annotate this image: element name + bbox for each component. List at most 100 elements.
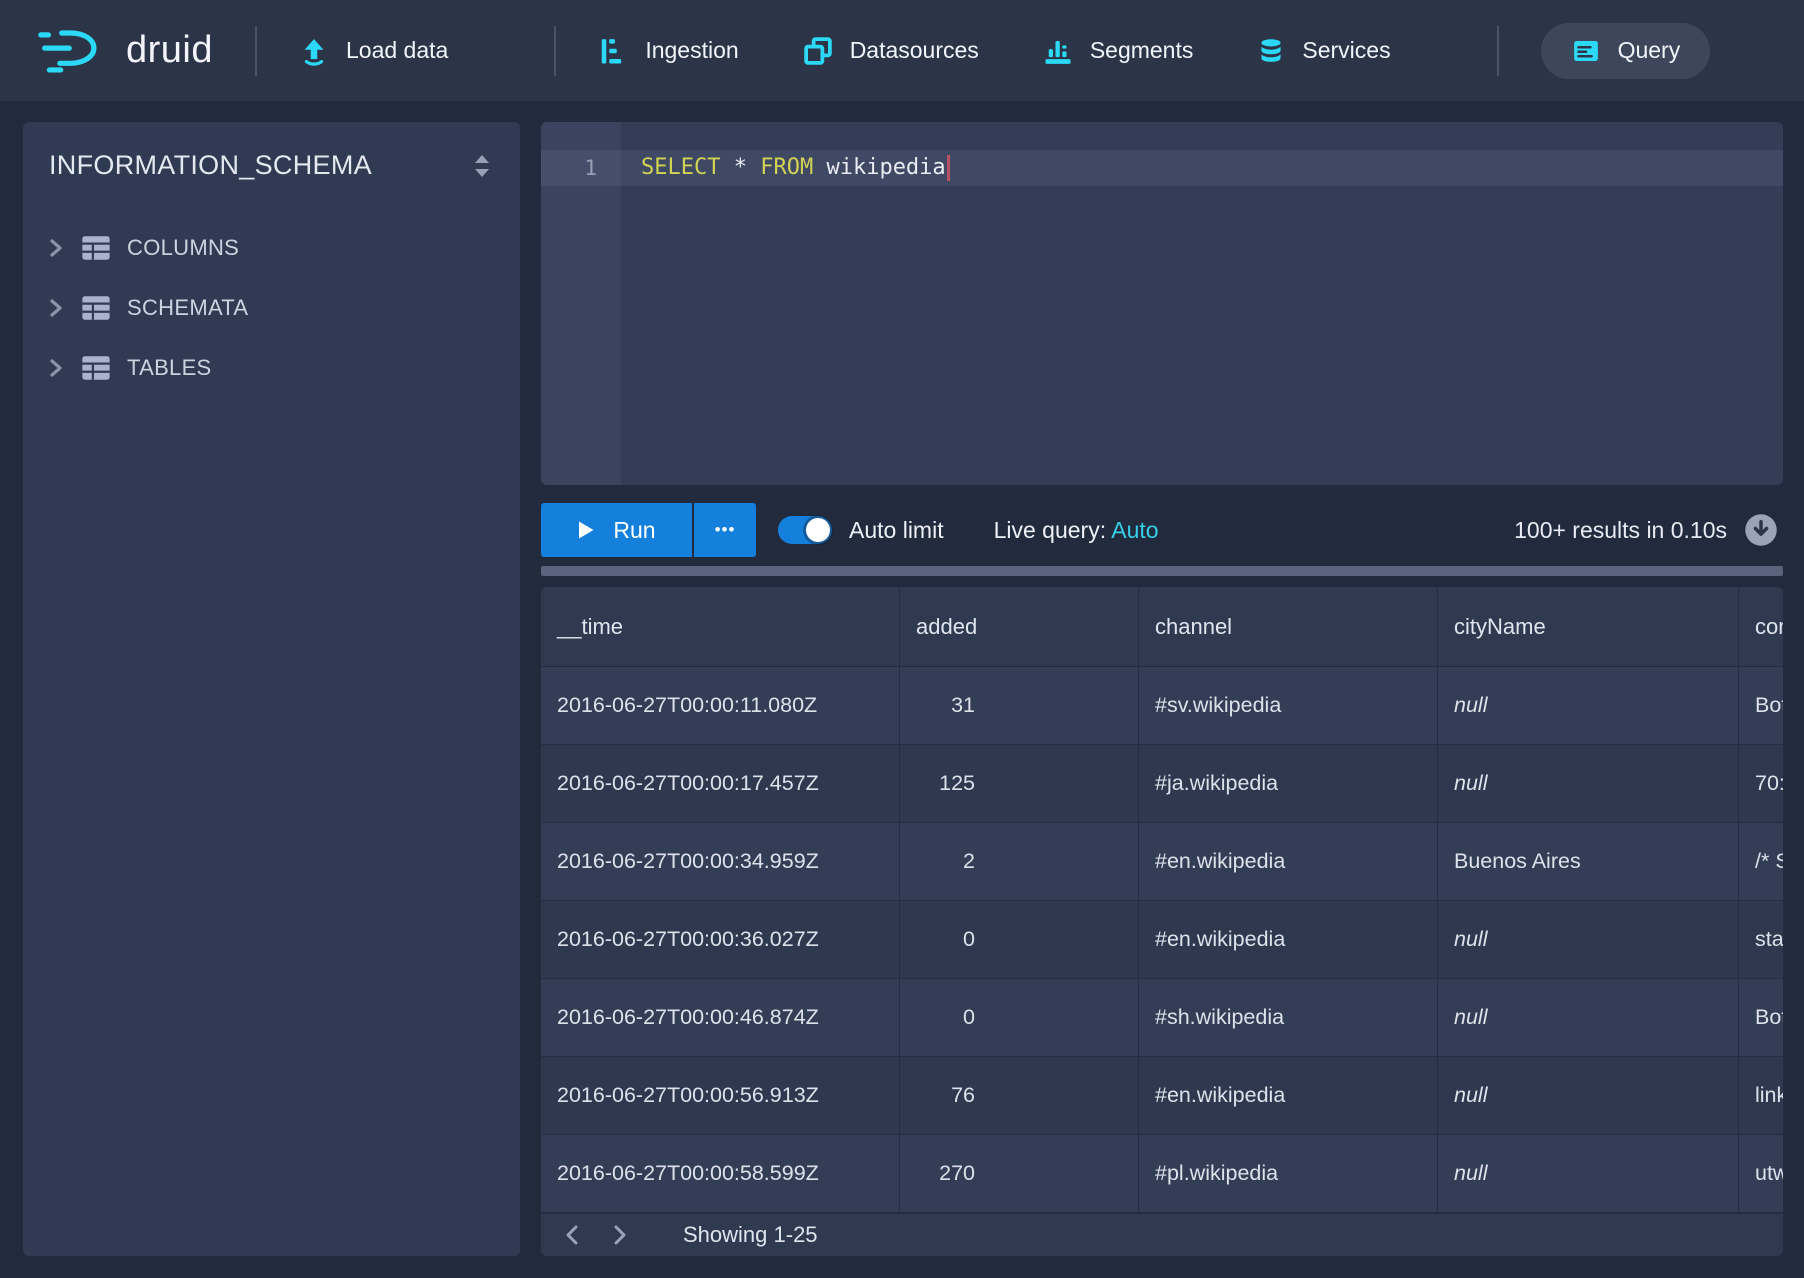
table-cell[interactable]: 2016-06-27T00:00:34.959Z [541, 823, 900, 900]
chevron-right-icon [47, 237, 65, 259]
table-row: 2016-06-27T00:00:11.080Z31#sv.wikipedian… [541, 667, 1783, 745]
table-cell[interactable]: stat [1739, 901, 1783, 978]
sort-icon[interactable] [470, 153, 494, 179]
segments-icon [1043, 36, 1073, 66]
nav-divider [255, 26, 257, 76]
nav-divider [1497, 26, 1499, 76]
table-cell[interactable]: 125 [900, 745, 1139, 822]
pagination-status: Showing 1-25 [683, 1222, 818, 1248]
column-header-channel[interactable]: channel [1139, 587, 1438, 666]
table-cell[interactable]: 2016-06-27T00:00:36.027Z [541, 901, 900, 978]
table-cell[interactable]: 70: [1739, 745, 1783, 822]
next-page-button[interactable] [609, 1224, 629, 1246]
play-icon [577, 520, 595, 540]
upload-icon [299, 36, 329, 66]
run-more-button[interactable]: ••• [694, 503, 756, 557]
table-row: 2016-06-27T00:00:58.599Z270#pl.wikipedia… [541, 1135, 1783, 1213]
auto-limit-toggle[interactable] [778, 516, 832, 544]
table-cell[interactable]: #pl.wikipedia [1139, 1135, 1438, 1212]
table-cell[interactable]: null [1438, 1057, 1739, 1134]
table-cell[interactable]: utw [1739, 1135, 1783, 1212]
table-cell[interactable]: null [1438, 901, 1739, 978]
schema-title: INFORMATION_SCHEMA [49, 150, 372, 181]
table-cell[interactable]: link [1739, 1057, 1783, 1134]
column-header-cityName[interactable]: cityName [1438, 587, 1739, 666]
table-cell[interactable]: #ja.wikipedia [1139, 745, 1438, 822]
table-cell[interactable]: 2016-06-27T00:00:11.080Z [541, 667, 900, 744]
nav-item-services[interactable]: Services [1257, 36, 1390, 66]
table-cell[interactable]: 2016-06-27T00:00:46.874Z [541, 979, 900, 1056]
nav-item-label: Datasources [850, 37, 979, 64]
ellipsis-icon: ••• [715, 520, 736, 540]
datasources-icon [803, 36, 833, 66]
druid-logo-icon [38, 24, 110, 78]
pagination-bar: Showing 1-25 [541, 1213, 1783, 1256]
brand[interactable]: druid [38, 24, 213, 78]
live-query: Live query: Auto [994, 517, 1159, 544]
table-cell[interactable]: 0 [900, 901, 1139, 978]
table-cell[interactable]: #sv.wikipedia [1139, 667, 1438, 744]
query-editor[interactable]: 1 SELECT * FROM wikipedia [541, 122, 1783, 485]
nav-item-label: Ingestion [645, 37, 738, 64]
table-row: 2016-06-27T00:00:17.457Z125#ja.wikipedia… [541, 745, 1783, 823]
tree-item-schemata[interactable]: SCHEMATA [23, 283, 520, 333]
nav-item-query[interactable]: Query [1541, 23, 1711, 79]
table-cell[interactable]: Bot [1739, 979, 1783, 1056]
table-cell[interactable]: 31 [900, 667, 1139, 744]
table-cell[interactable]: 2016-06-27T00:00:56.913Z [541, 1057, 900, 1134]
table-cell[interactable]: 76 [900, 1057, 1139, 1134]
ingestion-icon [598, 36, 628, 66]
sql-keyword: FROM [760, 155, 813, 180]
table-cell[interactable]: Bot [1739, 667, 1783, 744]
text-cursor [947, 155, 950, 181]
table-cell[interactable]: /* S [1739, 823, 1783, 900]
results-header-row: __timeaddedchannelcityNamecomment [541, 587, 1783, 667]
nav-item-segments[interactable]: Segments [1043, 36, 1194, 66]
query-icon [1571, 36, 1601, 66]
table-cell[interactable]: 270 [900, 1135, 1139, 1212]
results-info: 100+ results in 0.10s [1514, 517, 1727, 544]
nav-item-datasources[interactable]: Datasources [803, 36, 979, 66]
column-header-added[interactable]: added [900, 587, 1139, 666]
table-cell[interactable]: null [1438, 745, 1739, 822]
nav-item-ingestion[interactable]: Ingestion [598, 36, 738, 66]
chevron-right-icon [47, 357, 65, 379]
nav-item-load-data[interactable]: Load data [299, 36, 448, 66]
column-header-__time[interactable]: __time [541, 587, 900, 666]
run-bar: Run ••• Auto limit Live query: Auto 100+… [541, 499, 1783, 561]
live-query-value[interactable]: Auto [1111, 517, 1158, 543]
table-cell[interactable]: 2 [900, 823, 1139, 900]
table-cell[interactable]: Buenos Aires [1438, 823, 1739, 900]
table-cell[interactable]: #en.wikipedia [1139, 823, 1438, 900]
prev-page-button[interactable] [563, 1224, 583, 1246]
table-row: 2016-06-27T00:00:34.959Z2#en.wikipediaBu… [541, 823, 1783, 901]
table-cell[interactable]: null [1438, 667, 1739, 744]
schema-tree: COLUMNS SCHEMATA [23, 223, 520, 393]
tree-item-columns[interactable]: COLUMNS [23, 223, 520, 273]
results-body: 2016-06-27T00:00:11.080Z31#sv.wikipedian… [541, 667, 1783, 1213]
table-cell[interactable]: 2016-06-27T00:00:17.457Z [541, 745, 900, 822]
schema-sidebar: INFORMATION_SCHEMA COLUMNS [23, 122, 520, 1256]
tree-item-label: TABLES [127, 355, 212, 381]
download-icon[interactable] [1743, 512, 1779, 548]
line-number: 1 [541, 150, 621, 186]
code-area[interactable]: SELECT * FROM wikipedia [621, 122, 1783, 485]
services-icon [1257, 36, 1285, 66]
nav-item-label: Segments [1090, 37, 1194, 64]
table-cell[interactable]: 0 [900, 979, 1139, 1056]
run-button[interactable]: Run [541, 503, 692, 557]
tree-item-tables[interactable]: TABLES [23, 343, 520, 393]
table-cell[interactable]: null [1438, 979, 1739, 1056]
table-cell[interactable]: 2016-06-27T00:00:58.599Z [541, 1135, 900, 1212]
panel-resizer-handle[interactable] [541, 566, 1783, 576]
table-cell[interactable]: #en.wikipedia [1139, 1057, 1438, 1134]
nav-divider [554, 26, 556, 76]
table-row: 2016-06-27T00:00:46.874Z0#sh.wikipedianu… [541, 979, 1783, 1057]
top-nav: druid Load data Ingestion Datasources [0, 0, 1804, 101]
table-cell[interactable]: #sh.wikipedia [1139, 979, 1438, 1056]
table-cell[interactable]: #en.wikipedia [1139, 901, 1438, 978]
auto-limit-label: Auto limit [849, 517, 944, 544]
column-header-comment[interactable]: comment [1739, 587, 1783, 666]
table-cell[interactable]: null [1438, 1135, 1739, 1212]
chevron-right-icon [47, 297, 65, 319]
